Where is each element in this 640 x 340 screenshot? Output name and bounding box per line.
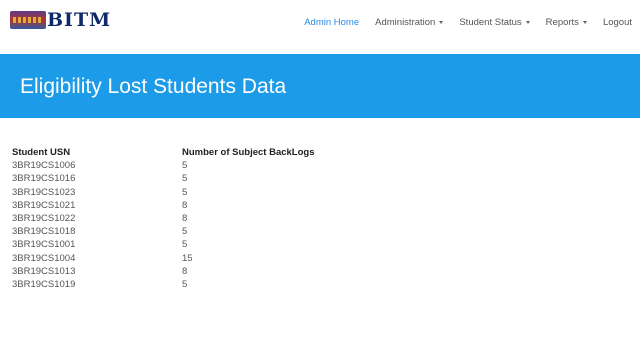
page-header-banner: Eligibility Lost Students Data: [0, 54, 640, 118]
nav-logout[interactable]: Logout: [595, 17, 640, 28]
student-usn-cell: 3BR19CS1016: [12, 173, 76, 185]
nav-administration-dropdown[interactable]: Administration: [367, 17, 451, 28]
eligibility-lost-table: Student USN Number of Subject BackLogs 3…: [12, 146, 412, 291]
table-row: 3BR19CS1023 5: [12, 186, 412, 199]
main-nav: Admin Home Administration Student Status…: [296, 0, 640, 44]
nav-admin-home[interactable]: Admin Home: [296, 17, 367, 28]
student-usn-cell: 3BR19CS1023: [12, 186, 76, 198]
student-usn-cell: 3BR19CS1013: [12, 265, 76, 277]
student-usn-cell: 3BR19CS1021: [12, 199, 76, 211]
table-row: 3BR19CS1001 5: [12, 238, 412, 251]
column-header-usn: Student USN: [12, 147, 71, 158]
table-row: 3BR19CS1013 8: [12, 265, 412, 278]
brand-logo-link[interactable]: BITM: [10, 9, 111, 31]
student-usn-cell: 3BR19CS1022: [12, 212, 76, 224]
backlog-count-cell: 5: [182, 173, 188, 185]
student-usn-cell: 3BR19CS1004: [12, 252, 76, 264]
chevron-down-icon: [582, 20, 587, 24]
student-usn-cell: 3BR19CS1001: [12, 239, 76, 251]
table-row: 3BR19CS1004 15: [12, 252, 412, 265]
student-usn-cell: 3BR19CS1006: [12, 160, 76, 172]
chevron-down-icon: [439, 20, 444, 24]
table-row: 3BR19CS1018 5: [12, 225, 412, 238]
brand-name: BITM: [47, 9, 112, 31]
backlog-count-cell: 5: [182, 239, 188, 251]
nav-administration-label: Administration: [375, 16, 436, 28]
page-title: Eligibility Lost Students Data: [20, 75, 287, 98]
backlog-count-cell: 8: [182, 265, 188, 277]
nav-student-status-dropdown[interactable]: Student Status: [451, 17, 537, 28]
column-header-backlogs: Number of Subject BackLogs: [182, 147, 315, 158]
chevron-down-icon: [525, 20, 530, 24]
backlog-count-cell: 8: [182, 212, 188, 224]
table-row: 3BR19CS1021 8: [12, 199, 412, 212]
table-row: 3BR19CS1016 5: [12, 172, 412, 185]
nav-admin-home-label: Admin Home: [304, 16, 360, 28]
nav-reports-dropdown[interactable]: Reports: [538, 17, 595, 28]
student-usn-cell: 3BR19CS1018: [12, 226, 76, 238]
table-row: 3BR19CS1006 5: [12, 159, 412, 172]
student-usn-cell: 3BR19CS1019: [12, 278, 76, 290]
table-body: 3BR19CS1006 5 3BR19CS1016 5 3BR19CS1023 …: [12, 159, 412, 291]
college-logo-icon: [10, 11, 46, 29]
table-row: 3BR19CS1019 5: [12, 278, 412, 291]
backlog-count-cell: 8: [182, 199, 188, 211]
table-header-row: Student USN Number of Subject BackLogs: [12, 146, 412, 159]
backlog-count-cell: 5: [182, 186, 188, 198]
nav-reports-label: Reports: [545, 16, 579, 28]
backlog-count-cell: 5: [182, 160, 188, 172]
nav-logout-label: Logout: [602, 16, 632, 28]
backlog-count-cell: 5: [182, 226, 188, 238]
backlog-count-cell: 5: [182, 278, 188, 290]
top-navbar: BITM Admin Home Administration Student S…: [0, 0, 640, 44]
nav-student-status-label: Student Status: [459, 16, 522, 28]
backlog-count-cell: 15: [182, 252, 193, 264]
table-row: 3BR19CS1022 8: [12, 212, 412, 225]
